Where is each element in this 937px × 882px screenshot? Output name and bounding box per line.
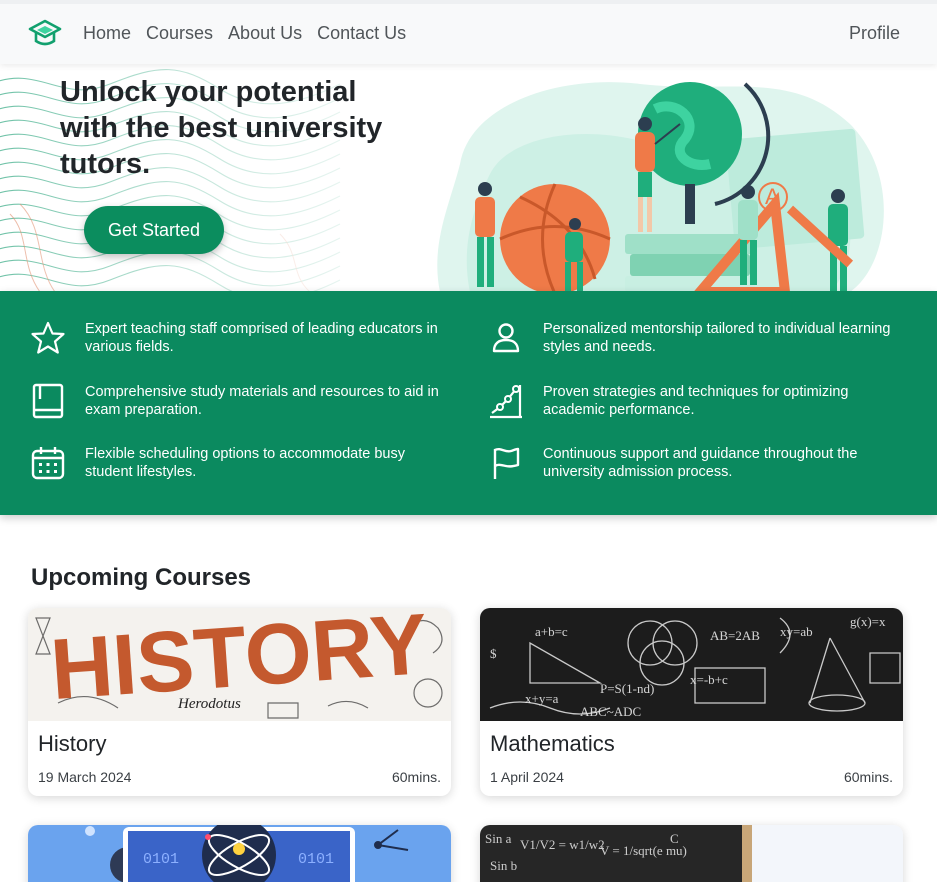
course-duration: 60mins. <box>843 769 893 785</box>
svg-text:P=S(1-nd): P=S(1-nd) <box>600 681 654 696</box>
svg-text:x+y=a: x+y=a <box>525 691 559 706</box>
book-icon <box>32 383 64 419</box>
course-card-physics-formulas[interactable]: Sin a V1/V2 = w1/w2 V = 1/sqrt(e mu) C S… <box>480 825 903 882</box>
star-icon <box>31 321 65 354</box>
course-card-history[interactable]: HISTORY Herodotus History 19 March 2024 … <box>28 608 451 796</box>
svg-text:a+b=c: a+b=c <box>535 624 568 639</box>
svg-text:$: $ <box>490 646 497 661</box>
svg-text:ABC~ADC: ABC~ADC <box>580 704 641 719</box>
nav-about-us[interactable]: About Us <box>228 23 302 44</box>
flag-icon <box>493 447 520 479</box>
svg-text:V1/V2 = w1/w2: V1/V2 = w1/w2 <box>520 837 605 852</box>
svg-text:Sin b: Sin b <box>490 858 517 873</box>
svg-text:g(x)=x: g(x)=x <box>850 614 886 629</box>
nav-courses[interactable]: Courses <box>146 23 213 44</box>
history-image-caption: Herodotus <box>177 696 241 712</box>
get-started-button[interactable]: Get Started <box>84 206 224 254</box>
user-icon <box>492 323 520 353</box>
svg-text:0101: 0101 <box>298 851 334 868</box>
features-section: Expert teaching staff comprised of leadi… <box>0 291 937 515</box>
chart-steps-icon <box>490 385 522 419</box>
feature-text: Proven strategies and techniques for opt… <box>543 384 849 418</box>
hero-section: Unlock your potential with the best univ… <box>0 64 937 292</box>
course-name: History <box>38 731 107 756</box>
mathematics-course-image: a+b=c AB=2AB xy=ab g(x)=x x+y=a P=S(1-nd… <box>480 608 903 721</box>
hero-illustration: A <box>437 82 884 292</box>
svg-text:AB=2AB: AB=2AB <box>710 628 760 643</box>
feature-text: Comprehensive study materials and resour… <box>85 384 439 418</box>
svg-text:xy=ab: xy=ab <box>780 624 813 639</box>
graduation-cap-icon[interactable] <box>28 18 62 52</box>
course-name: Mathematics <box>490 731 615 756</box>
feature-text: Flexible scheduling options to accommoda… <box>85 446 405 480</box>
nav-profile[interactable]: Profile <box>849 23 900 44</box>
svg-text:0101: 0101 <box>143 851 179 868</box>
course-card-physics[interactable]: 0101 0101 <box>28 825 451 882</box>
navbar: Home Courses About Us Contact Us Profile <box>0 0 937 64</box>
hero-title: Unlock your potential with the best univ… <box>60 76 383 180</box>
feature-text: Personalized mentorship tailored to indi… <box>543 321 891 355</box>
upcoming-courses-title: Upcoming Courses <box>31 564 252 591</box>
course-date: 19 March 2024 <box>38 769 132 785</box>
formulas-course-image: Sin a V1/V2 = w1/w2 V = 1/sqrt(e mu) C S… <box>480 825 903 882</box>
svg-text:Sin a: Sin a <box>485 831 512 846</box>
nav-home[interactable]: Home <box>83 23 131 44</box>
feature-text: Expert teaching staff comprised of leadi… <box>85 321 438 355</box>
svg-text:C: C <box>670 831 679 846</box>
course-date: 1 April 2024 <box>490 769 564 785</box>
svg-text:x=-b+c: x=-b+c <box>690 672 728 687</box>
nav-links: Home Courses About Us Contact Us <box>83 23 406 44</box>
course-duration: 60mins. <box>391 769 441 785</box>
nav-contact-us[interactable]: Contact Us <box>317 23 406 44</box>
svg-text:A: A <box>765 184 780 209</box>
feature-text: Continuous support and guidance througho… <box>543 446 858 480</box>
physics-course-image: 0101 0101 <box>28 825 451 882</box>
course-card-mathematics[interactable]: a+b=c AB=2AB xy=ab g(x)=x x+y=a P=S(1-nd… <box>480 608 903 796</box>
history-course-image: HISTORY Herodotus <box>28 608 451 721</box>
calendar-icon <box>31 447 65 480</box>
